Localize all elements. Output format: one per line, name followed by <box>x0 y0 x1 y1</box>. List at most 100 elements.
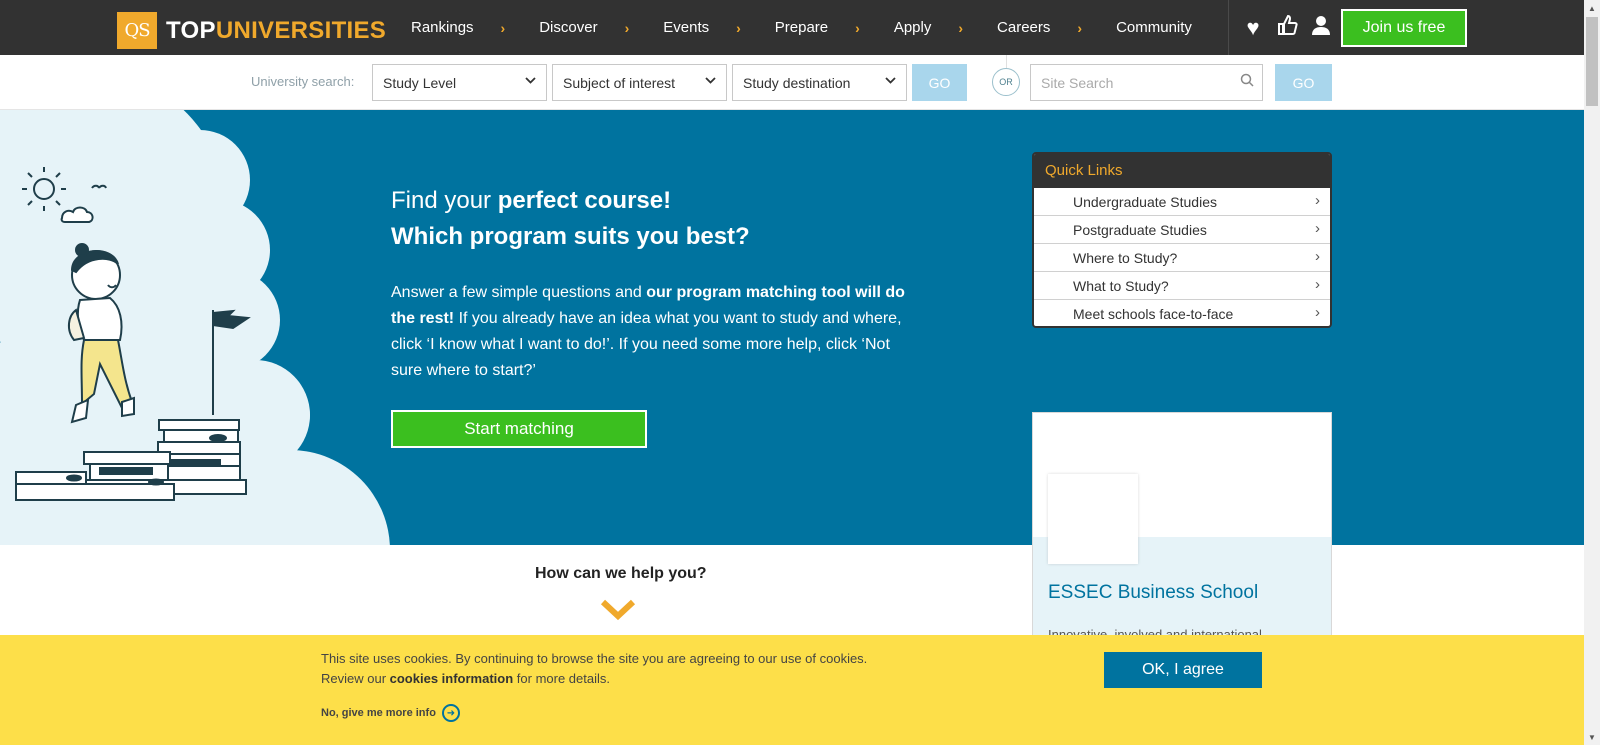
hero-title: Find your perfect course! Which program … <box>391 183 750 255</box>
start-matching-button[interactable]: Start matching <box>391 410 647 448</box>
cookie-line2-pre: Review our <box>321 671 390 686</box>
qs-logo-box: QS <box>117 12 157 49</box>
chevron-down-icon <box>705 76 716 90</box>
school-logo <box>1048 474 1138 564</box>
student-illustration <box>15 167 251 501</box>
hero-description: Answer a few simple questions and our pr… <box>391 280 906 384</box>
help-heading: How can we help you? <box>535 565 707 582</box>
nav-discover-label: Discover <box>539 19 598 36</box>
nav-events[interactable]: Events › <box>663 19 775 36</box>
hero-text-part1: Answer a few simple questions and <box>391 284 647 301</box>
nav-rankings-label: Rankings <box>411 19 474 36</box>
study-level-select[interactable]: Study Level <box>372 64 547 101</box>
or-divider <box>1006 55 1007 68</box>
hero-text-part2: If you already have an idea what you wan… <box>391 310 902 379</box>
quick-link-postgraduate[interactable]: Postgraduate Studies › <box>1034 216 1330 244</box>
more-info-link[interactable]: No, give me more info ➜ <box>321 704 460 722</box>
nav-apply-label: Apply <box>893 19 932 36</box>
chevron-right-icon: › <box>736 19 741 36</box>
hero-title-line2-bold: Which program suits you best? <box>391 223 750 250</box>
cookies-information-link[interactable]: cookies information <box>390 671 514 686</box>
nav-apply[interactable]: Apply › <box>894 19 997 36</box>
destination-select[interactable]: Study destination <box>732 64 907 101</box>
cookie-line1: This site uses cookies. By continuing to… <box>321 651 868 666</box>
quick-link-where-to-study[interactable]: Where to Study? › <box>1034 244 1330 272</box>
user-icon[interactable] <box>1309 14 1333 42</box>
scroll-down-arrow-icon[interactable]: ▼ <box>1584 729 1600 745</box>
chevron-down-svg <box>525 77 536 84</box>
or-badge: OR <box>992 68 1020 96</box>
scrollbar[interactable]: ▲ ▼ <box>1584 0 1600 745</box>
cookie-line2: Review our cookies information for more … <box>321 669 867 689</box>
nav-prepare[interactable]: Prepare › <box>775 19 894 36</box>
cookie-line2-post: for more details. <box>513 671 610 686</box>
chevron-down-icon[interactable] <box>600 598 636 622</box>
quick-link-label: Undergraduate Studies <box>1073 194 1217 210</box>
site-search-go-button[interactable]: GO <box>1275 64 1332 101</box>
chevron-down-svg <box>705 77 716 84</box>
chevron-down-icon <box>525 76 536 90</box>
chevron-down-svg <box>885 77 896 84</box>
quick-links-panel: Quick Links Undergraduate Studies › Postg… <box>1032 152 1332 328</box>
quick-link-undergraduate[interactable]: Undergraduate Studies › <box>1034 188 1330 216</box>
hero-title-normal: Find your <box>391 187 498 214</box>
search-svg <box>1240 73 1254 87</box>
chevron-right-icon: › <box>500 19 506 36</box>
chevron-right-icon: › <box>1315 192 1320 209</box>
chevron-right-icon: › <box>1315 248 1320 265</box>
thumbs-up-svg <box>1278 14 1298 35</box>
chevron-right-icon: › <box>1315 220 1320 237</box>
main-nav: Rankings › Discover › Events › Prepare › App… <box>411 0 1192 55</box>
nav-discover[interactable]: Discover › <box>539 19 663 36</box>
more-info-label: No, give me more info <box>321 707 436 719</box>
quick-link-meet-schools[interactable]: Meet schools face-to-face › <box>1034 300 1330 326</box>
school-promo-card[interactable]: ESSEC Business School Innovative, involv… <box>1032 412 1332 667</box>
chevron-right-icon: › <box>1077 19 1083 36</box>
university-search-bar: University search: Study Level Subject o… <box>0 55 1584 110</box>
site-search-placeholder: Site Search <box>1041 75 1114 91</box>
nav-careers[interactable]: Careers › <box>997 19 1116 36</box>
hero-title-line2: Which program suits you best? <box>391 219 750 255</box>
thumbs-up-icon[interactable] <box>1275 14 1299 42</box>
quick-link-label: Meet schools face-to-face <box>1073 306 1234 322</box>
join-us-free-button[interactable]: Join us free <box>1341 9 1467 47</box>
scroll-up-arrow-icon[interactable]: ▲ <box>1584 0 1600 16</box>
chevron-right-icon: › <box>855 19 860 36</box>
scrollbar-thumb[interactable] <box>1586 17 1598 106</box>
chevron-down-icon <box>885 76 896 90</box>
destination-value: Study destination <box>743 75 851 91</box>
cookie-banner: This site uses cookies. By continuing to… <box>0 635 1584 745</box>
quick-links-title: Quick Links <box>1034 154 1330 188</box>
site-search-input[interactable]: Site Search <box>1030 64 1263 101</box>
topuniversities-logo[interactable]: QS TOPUNIVERSITIES <box>117 12 386 49</box>
logo-wordmark: TOPUNIVERSITIES <box>166 17 386 45</box>
cookie-message: This site uses cookies. By continuing to… <box>321 649 867 689</box>
chevron-right-icon: › <box>1315 304 1320 321</box>
quick-link-label: Postgraduate Studies <box>1073 222 1207 238</box>
subject-value: Subject of interest <box>563 75 676 91</box>
arrow-right-circle-icon: ➜ <box>441 704 460 722</box>
subject-select[interactable]: Subject of interest <box>552 64 727 101</box>
school-name[interactable]: ESSEC Business School <box>1048 582 1258 604</box>
quick-link-label: Where to Study? <box>1073 250 1178 266</box>
nav-community-label: Community <box>1116 19 1192 36</box>
quick-link-what-to-study[interactable]: What to Study? › <box>1034 272 1330 300</box>
chevron-right-icon: › <box>624 19 630 36</box>
heart-icon[interactable]: ♥ <box>1241 15 1265 41</box>
nav-community[interactable]: Community <box>1116 19 1192 36</box>
chevron-right-icon: › <box>958 19 964 36</box>
hero-title-bold: perfect course! <box>497 187 672 214</box>
nav-careers-label: Careers <box>997 19 1051 36</box>
nav-rankings[interactable]: Rankings › <box>411 19 539 36</box>
nav-prepare-label: Prepare <box>774 19 829 36</box>
ok-agree-button[interactable]: OK, I agree <box>1104 652 1262 688</box>
search-icon <box>1240 73 1254 90</box>
user-icons: ♥ <box>1228 0 1333 55</box>
logo-word-top: TOP <box>166 16 216 44</box>
user-svg <box>1312 15 1330 35</box>
top-navbar: QS TOPUNIVERSITIES Rankings › Discover › E… <box>0 0 1584 55</box>
nav-events-label: Events <box>663 19 710 36</box>
hero-section: Find your perfect course! Which program … <box>0 110 1584 545</box>
university-search-label: University search: <box>251 74 355 89</box>
university-search-go-button[interactable]: GO <box>912 64 967 101</box>
